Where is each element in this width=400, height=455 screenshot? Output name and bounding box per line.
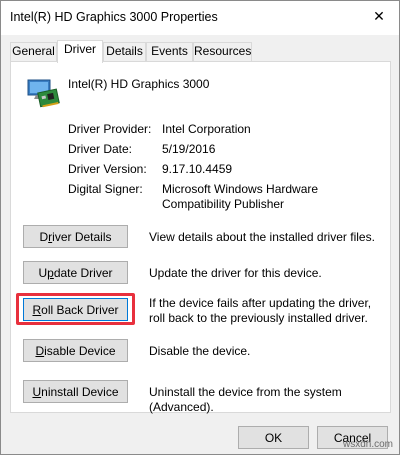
tab-details[interactable]: Details (103, 42, 146, 61)
close-button[interactable]: ✕ (359, 1, 399, 31)
tab-general[interactable]: General (10, 42, 57, 61)
roll-back-driver-button[interactable]: Roll Back Driver (23, 298, 128, 321)
disable-device-button[interactable]: Disable Device (23, 339, 128, 362)
title-bar: Intel(R) HD Graphics 3000 Properties ✕ (1, 1, 399, 35)
tab-resources[interactable]: Resources (193, 42, 252, 61)
tab-events[interactable]: Events (146, 42, 193, 61)
disable-device-description: Disable the device. (149, 344, 251, 358)
roll-back-driver-description: If the device fails after updating the d… (149, 296, 372, 325)
watermark: wsxdn.com (342, 439, 393, 450)
close-icon: ✕ (373, 7, 385, 24)
properties-dialog: Intel(R) HD Graphics 3000 Properties ✕ G… (0, 0, 400, 455)
uninstall-device-button[interactable]: Uninstall Device (23, 380, 128, 403)
driver-details-button[interactable]: Dr iver Details (23, 225, 128, 248)
ok-button[interactable]: OK (238, 426, 309, 449)
window-title: Intel(R) HD Graphics 3000 Properties (10, 10, 218, 24)
update-driver-button[interactable]: Up date Driver (23, 261, 128, 284)
driver-details-description: View details about the installed driver … (149, 230, 375, 244)
display-adapter-icon (27, 79, 60, 108)
device-name: Intel(R) HD Graphics 3000 (68, 77, 210, 91)
digital-signer-label: Digital Signer: (68, 182, 143, 196)
driver-date-value: 5/19/2016 (162, 142, 216, 156)
tab-driver[interactable]: Driver (57, 40, 103, 63)
driver-provider-label: Driver Provider: (68, 122, 152, 136)
update-driver-description: Update the driver for this device. (149, 266, 322, 280)
digital-signer-value: Microsoft Windows Hardware Compatibility… (162, 182, 319, 211)
driver-tab-panel: Intel(R) HD Graphics 3000 Driver Provide… (10, 61, 391, 414)
driver-version-label: Driver Version: (68, 162, 147, 176)
driver-date-label: Driver Date: (68, 142, 133, 156)
uninstall-device-description: Uninstall the device from the system (Ad… (149, 385, 342, 414)
tab-strip: General Driver Details Events Resources (10, 40, 390, 63)
driver-version-value: 9.17.10.4459 (162, 162, 233, 176)
driver-provider-value: Intel Corporation (162, 122, 251, 136)
